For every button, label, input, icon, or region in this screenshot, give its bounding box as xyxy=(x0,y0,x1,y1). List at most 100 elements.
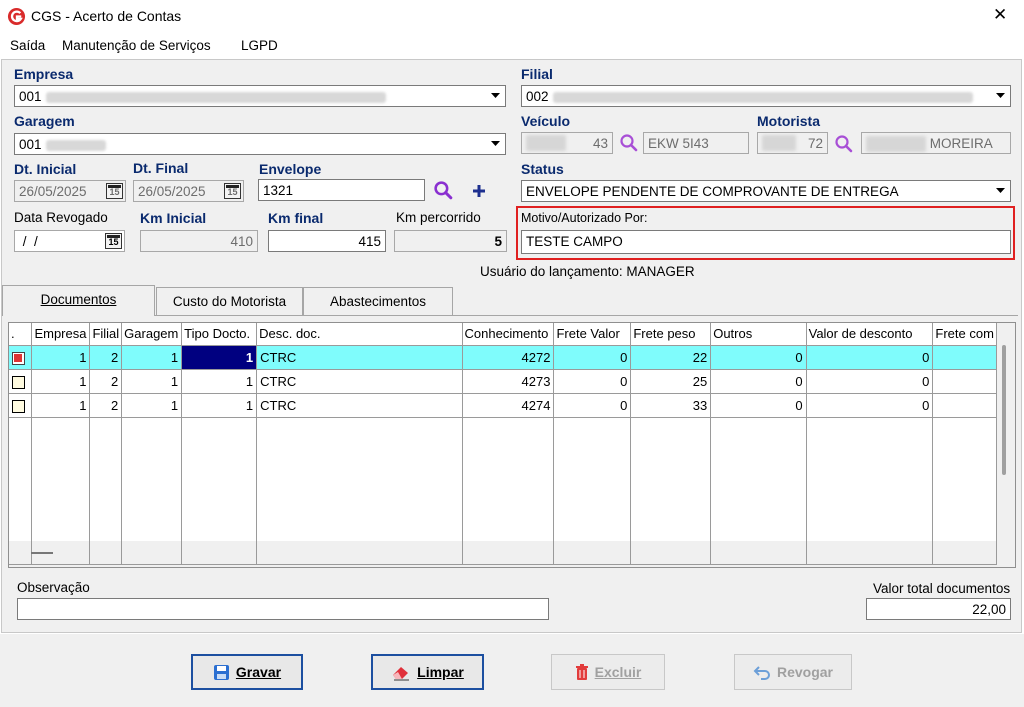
table-cell[interactable]: 0 xyxy=(553,393,632,418)
envelope-label: Envelope xyxy=(259,161,322,177)
dt-final-field[interactable]: 26/05/2025 15 xyxy=(133,180,244,202)
table-cell[interactable]: 2 xyxy=(89,345,123,370)
revogar-button[interactable]: Revogar xyxy=(734,654,852,690)
table-cell[interactable]: CTRC xyxy=(256,369,463,394)
menu-saida[interactable]: Saída xyxy=(10,38,45,53)
dt-final-label: Dt. Final xyxy=(133,160,189,176)
motorista-code-value: 72 xyxy=(807,136,823,151)
table-cell[interactable]: 0 xyxy=(806,369,934,394)
column-header[interactable]: Frete com xyxy=(932,323,997,346)
row-checkbox[interactable] xyxy=(12,375,25,389)
add-icon[interactable] xyxy=(472,184,486,198)
table-cell[interactable]: 1 xyxy=(121,345,183,370)
column-header[interactable]: Valor de desconto xyxy=(806,323,934,346)
chevron-down-icon[interactable] xyxy=(992,182,1009,200)
table-cell[interactable]: 33 xyxy=(630,393,712,418)
column-header[interactable]: Desc. doc. xyxy=(256,323,463,346)
table-cell[interactable]: CTRC xyxy=(256,345,463,370)
vertical-scrollbar[interactable] xyxy=(1002,345,1006,475)
table-cell[interactable]: 22 xyxy=(630,345,712,370)
tab-documentos[interactable]: Documentos xyxy=(2,285,155,316)
calendar-icon[interactable]: 15 xyxy=(106,183,123,199)
row-checkbox-cell[interactable] xyxy=(9,393,33,418)
envelope-input[interactable]: 1321 xyxy=(258,179,425,201)
gravar-button[interactable]: Gravar xyxy=(191,654,303,690)
documents-grid[interactable]: . Empresa Filial Garagem Tipo Docto. Desc. do… xyxy=(8,322,1016,568)
row-checkbox-cell[interactable] xyxy=(9,345,33,370)
limpar-button[interactable]: Limpar xyxy=(371,654,484,690)
chevron-down-icon[interactable] xyxy=(992,87,1009,105)
motorista-code-field[interactable]: 72 xyxy=(757,132,828,154)
filial-label: Filial xyxy=(521,66,553,82)
row-checkbox[interactable] xyxy=(12,399,25,413)
calendar-icon[interactable]: 15 xyxy=(105,233,122,249)
table-cell[interactable]: 0 xyxy=(710,393,807,418)
table-cell[interactable] xyxy=(932,369,997,394)
undo-icon xyxy=(753,666,770,680)
column-header[interactable]: Empresa xyxy=(31,323,91,346)
column-header[interactable]: Frete Valor xyxy=(553,323,632,346)
table-cell[interactable]: 4273 xyxy=(462,369,555,394)
km-final-input[interactable]: 415 xyxy=(268,230,386,252)
search-icon[interactable] xyxy=(619,133,639,153)
table-row[interactable]: 1 2 1 1 CTRC 4272 0 22 0 0 xyxy=(9,345,997,370)
excluir-button[interactable]: Excluir xyxy=(551,654,665,690)
table-cell[interactable]: 1 xyxy=(181,345,258,370)
table-cell[interactable]: 0 xyxy=(806,345,934,370)
menu-manutencao-servicos[interactable]: Manutenção de Serviços xyxy=(62,38,211,53)
data-revogado-field[interactable]: / / 15 xyxy=(14,230,125,252)
column-header[interactable]: . xyxy=(9,323,33,346)
table-cell[interactable]: 0 xyxy=(806,393,934,418)
table-cell[interactable]: 0 xyxy=(553,345,632,370)
row-checkbox-cell[interactable] xyxy=(9,369,33,394)
table-cell[interactable]: 1 xyxy=(181,393,258,418)
chevron-down-icon[interactable] xyxy=(487,87,504,105)
filial-value: 002 xyxy=(526,89,549,104)
veiculo-code-field[interactable]: 43 xyxy=(521,132,613,154)
column-header[interactable]: Frete peso xyxy=(630,323,712,346)
column-header[interactable]: Garagem xyxy=(121,323,183,346)
column-header[interactable]: Tipo Docto. xyxy=(181,323,258,346)
table-cell[interactable]: 1 xyxy=(121,393,183,418)
table-row[interactable]: 1 2 1 1 CTRC 4273 0 25 0 0 xyxy=(9,369,997,394)
table-cell[interactable]: 2 xyxy=(89,393,123,418)
table-cell[interactable]: 0 xyxy=(553,369,632,394)
motivo-input[interactable]: TESTE CAMPO xyxy=(521,230,1011,254)
column-header[interactable]: Conhecimento xyxy=(462,323,555,346)
table-cell[interactable]: 0 xyxy=(710,369,807,394)
table-cell[interactable]: 1 xyxy=(181,369,258,394)
table-cell[interactable]: 1 xyxy=(31,345,91,370)
table-row[interactable]: 1 2 1 1 CTRC 4274 0 33 0 0 xyxy=(9,393,997,418)
tab-abastecimentos[interactable]: Abastecimentos xyxy=(303,287,453,315)
table-cell[interactable]: 4274 xyxy=(462,393,555,418)
empresa-select[interactable]: 001 xyxy=(14,85,506,107)
tab-custo-motorista[interactable]: Custo do Motorista xyxy=(156,287,303,315)
chevron-down-icon[interactable] xyxy=(487,135,504,153)
filial-select[interactable]: 002 xyxy=(521,85,1011,107)
table-cell[interactable]: 2 xyxy=(89,369,123,394)
table-cell[interactable]: CTRC xyxy=(256,393,463,418)
close-icon[interactable]: ✕ xyxy=(993,6,1007,24)
usuario-lancamento: Usuário do lançamento: MANAGER xyxy=(480,264,695,279)
column-header[interactable]: Filial xyxy=(89,323,123,346)
row-checkbox[interactable] xyxy=(12,351,25,365)
table-cell[interactable]: 4272 xyxy=(462,345,555,370)
status-select[interactable]: ENVELOPE PENDENTE DE COMPROVANTE DE ENTR… xyxy=(521,180,1011,202)
table-cell[interactable]: 25 xyxy=(630,369,712,394)
garagem-select[interactable]: 001 xyxy=(14,133,506,155)
table-cell[interactable]: 1 xyxy=(121,369,183,394)
table-cell[interactable] xyxy=(932,345,997,370)
table-cell[interactable]: 0 xyxy=(710,345,807,370)
horizontal-scrollbar[interactable] xyxy=(31,552,53,554)
data-revogado-label: Data Revogado xyxy=(14,210,108,225)
menu-lgpd[interactable]: LGPD xyxy=(241,38,278,53)
table-cell[interactable]: 1 xyxy=(31,369,91,394)
table-cell[interactable]: 1 xyxy=(31,393,91,418)
dt-inicial-field[interactable]: 26/05/2025 15 xyxy=(14,180,126,202)
search-icon[interactable] xyxy=(834,134,854,154)
observacao-input[interactable] xyxy=(17,598,549,620)
search-icon[interactable] xyxy=(433,180,454,201)
column-header[interactable]: Outros xyxy=(710,323,807,346)
table-cell[interactable] xyxy=(932,393,997,418)
calendar-icon[interactable]: 15 xyxy=(224,183,241,199)
